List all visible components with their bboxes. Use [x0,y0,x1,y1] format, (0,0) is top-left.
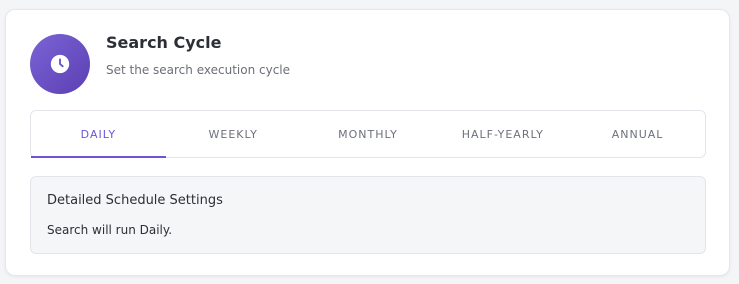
tab-annual[interactable]: ANNUAL [570,111,705,157]
card-title: Search Cycle [106,33,222,52]
tab-half-yearly[interactable]: HALF-YEARLY [435,111,570,157]
search-cycle-card: Search Cycle Set the search execution cy… [5,9,730,276]
schedule-details-panel: Detailed Schedule Settings Search will r… [30,176,706,254]
details-text: Search will run Daily. [47,223,173,237]
details-title: Detailed Schedule Settings [47,193,223,208]
tab-weekly[interactable]: WEEKLY [166,111,301,157]
tab-monthly[interactable]: MONTHLY [301,111,436,157]
schedule-avatar [30,34,90,94]
clock-icon [50,54,70,74]
cycle-tabs: DAILY WEEKLY MONTHLY HALF-YEARLY ANNUAL [30,110,706,158]
tab-daily[interactable]: DAILY [31,111,166,158]
card-subtitle: Set the search execution cycle [106,63,291,77]
